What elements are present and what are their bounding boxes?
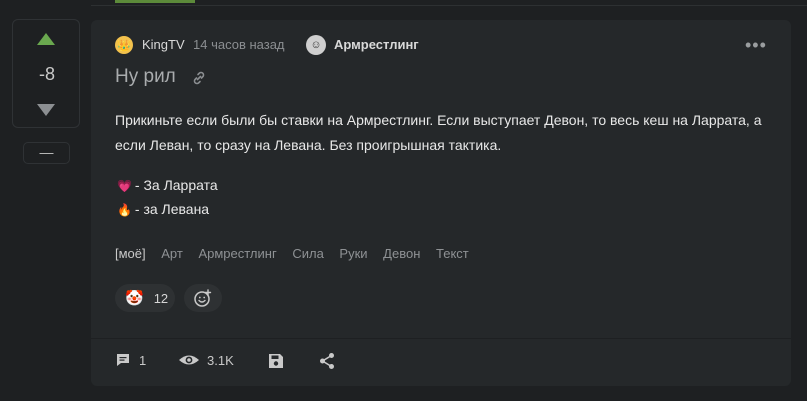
add-emoji-icon — [194, 289, 212, 307]
tag-item[interactable]: Арт — [161, 246, 183, 261]
tag-item[interactable]: Девон — [383, 246, 420, 261]
community-name[interactable]: Армрестлинг — [334, 37, 419, 52]
reaction-legend-item: 🔥 - за Левана — [117, 201, 209, 217]
post-time: 14 часов назад — [193, 37, 285, 52]
vote-score: -8 — [38, 64, 55, 84]
author-name[interactable]: KingTV — [142, 37, 185, 52]
tag-own[interactable]: [моё] — [115, 246, 146, 261]
story-card: 👑 KingTV 14 часов назад ☺ Армрестлинг ••… — [91, 20, 791, 386]
add-reaction-button[interactable] — [184, 284, 222, 312]
comments-count: 1 — [139, 352, 147, 368]
tag-item[interactable]: Сила — [292, 246, 323, 261]
heart-emoji-icon: 💗 — [117, 179, 132, 193]
fire-emoji-icon: 🔥 — [117, 203, 132, 217]
comments-button[interactable]: 1 — [115, 352, 146, 368]
footer-divider — [91, 338, 791, 339]
top-divider — [91, 5, 807, 6]
save-button[interactable] — [267, 352, 285, 370]
author-avatar[interactable]: 👑 — [115, 36, 133, 54]
tag-item[interactable]: Армрестлинг — [198, 246, 276, 261]
upvote-button[interactable] — [37, 33, 55, 45]
comment-icon — [117, 354, 129, 366]
reaction-legend-item: 💗 - За Ларрата — [117, 177, 218, 193]
reaction-legend-text: - за Левана — [134, 201, 210, 217]
more-options-icon[interactable]: ••• — [745, 35, 767, 56]
save-icon — [269, 354, 283, 368]
share-button[interactable] — [318, 352, 336, 370]
story-title[interactable]: Ну рил — [115, 66, 176, 88]
story-text: Прикиньте если были бы ставки на Армрест… — [115, 112, 762, 153]
views-indicator: 3.1K — [178, 352, 234, 368]
reaction-legend-text: - За Ларрата — [134, 177, 218, 193]
clown-emoji-icon: 🤡 — [125, 290, 144, 307]
views-count: 3.1K — [207, 352, 234, 368]
tag-item[interactable]: Руки — [339, 246, 367, 261]
community-avatar[interactable]: ☺ — [306, 35, 326, 55]
tag-item[interactable]: Текст — [436, 246, 469, 261]
vote-panel: -8 — [12, 19, 80, 128]
eye-icon — [179, 355, 199, 365]
share-icon — [320, 353, 334, 369]
top-accent-bar — [115, 0, 195, 3]
reaction-count: 12 — [153, 290, 169, 306]
reaction-button[interactable]: 🤡 12 — [115, 284, 175, 312]
downvote-button[interactable] — [37, 104, 55, 116]
collapse-button[interactable]: — — [23, 142, 70, 164]
tag-list: [моё] Арт Армрестлинг Сила Руки Девон Те… — [115, 246, 481, 261]
link-icon[interactable] — [191, 70, 207, 91]
